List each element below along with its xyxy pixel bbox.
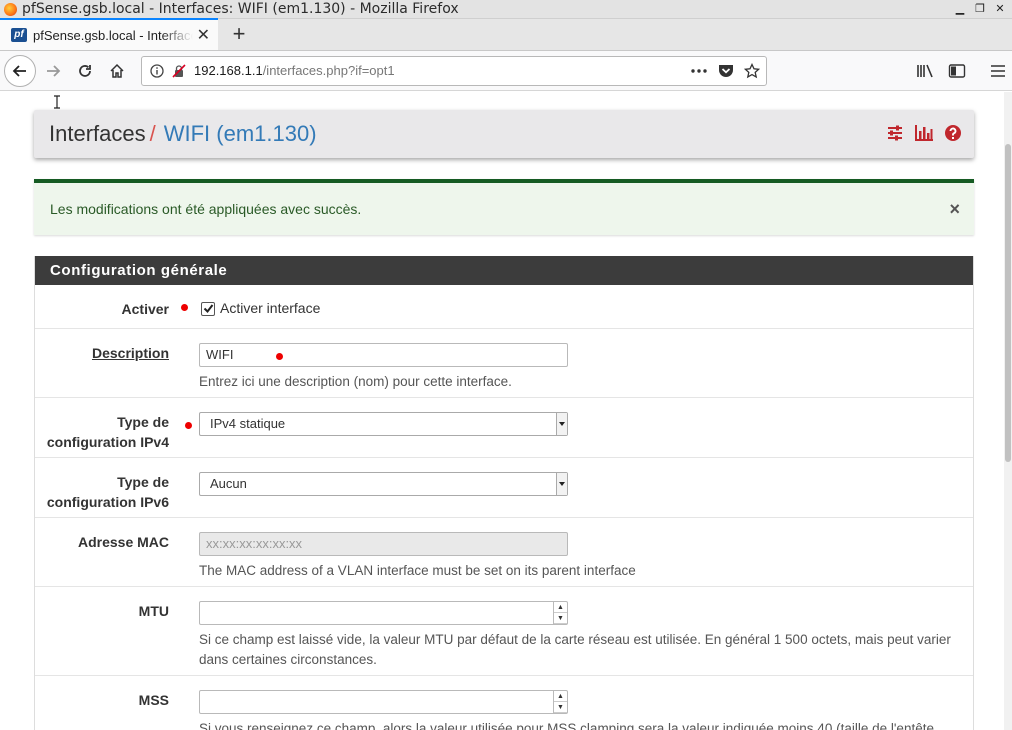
new-tab-button[interactable]: + xyxy=(224,18,254,50)
window-titlebar: pfSense.gsb.local - Interfaces: WIFI (em… xyxy=(0,0,1012,19)
more-dots-icon xyxy=(691,68,707,73)
label-mac-address: Adresse MAC xyxy=(77,534,169,550)
forward-button[interactable] xyxy=(37,55,69,87)
back-button[interactable] xyxy=(4,54,36,87)
mss-spinner[interactable]: ▲ ▼ xyxy=(553,691,567,713)
spin-up-icon[interactable]: ▲ xyxy=(554,691,567,702)
mss-help: Si vous renseignez ce champ, alors la va… xyxy=(199,721,934,730)
bar-chart-icon[interactable] xyxy=(914,124,934,142)
toolbar-right xyxy=(916,63,1006,79)
bookmark-star-button[interactable] xyxy=(744,62,760,79)
scrollbar-thumb[interactable] xyxy=(1005,144,1011,462)
row-mac-address: Adresse MAC xx:xx:xx:xx:xx:xx The MAC ad… xyxy=(35,518,973,587)
breadcrumb-actions xyxy=(886,124,962,142)
info-icon[interactable] xyxy=(150,63,164,78)
mac-field-wrap: xx:xx:xx:xx:xx:xx xyxy=(199,532,568,556)
ipv6-field-wrap: Aucun xyxy=(199,472,568,496)
mss-field-wrap: ▲ ▼ xyxy=(199,690,568,714)
text-cursor-icon xyxy=(54,95,60,109)
tab-active[interactable]: pf pfSense.gsb.local - Interfaces: WIFI … xyxy=(0,18,218,50)
ipv4-field-wrap: IPv4 statique xyxy=(199,412,568,436)
arrow-left-icon xyxy=(12,64,26,77)
label-description: Description xyxy=(91,345,169,361)
label-ipv6-type: Type de configuration IPv6 xyxy=(46,474,169,510)
alert-close-button[interactable]: × xyxy=(949,199,960,220)
url-bar[interactable]: 192.168.1.1/interfaces.php?if=opt1 xyxy=(141,55,767,86)
mac-help: The MAC address of a VLAN interface must… xyxy=(199,563,636,578)
ipv6-type-select[interactable]: Aucun xyxy=(199,472,568,496)
library-icon[interactable] xyxy=(916,63,934,79)
mtu-input[interactable]: ▲ ▼ xyxy=(199,601,568,625)
breadcrumb-current[interactable]: WIFI (em1.130) xyxy=(164,121,317,147)
arrow-right-icon xyxy=(47,64,61,77)
home-icon xyxy=(110,63,124,78)
mtu-field-wrap: ▲ ▼ xyxy=(199,601,568,625)
page-actions-button[interactable] xyxy=(690,68,708,74)
navigation-toolbar: 192.168.1.1/interfaces.php?if=opt1 xyxy=(0,51,1012,91)
row-ipv6-type: Type de configuration IPv6 Aucun xyxy=(35,458,973,518)
breadcrumb-root[interactable]: Interfaces xyxy=(49,121,146,147)
alert-message: Les modifications ont été appliquées ave… xyxy=(50,201,362,217)
required-marker xyxy=(276,353,283,360)
description-help: Entrez ici une description (nom) pour ce… xyxy=(199,374,512,389)
activer-checkbox-label[interactable]: Activer interface xyxy=(220,300,320,316)
breadcrumb-separator: / xyxy=(149,121,156,146)
star-icon xyxy=(744,62,760,78)
chevron-down-icon xyxy=(556,413,567,435)
mtu-spinner[interactable]: ▲ ▼ xyxy=(553,602,567,624)
success-alert: Les modifications ont été appliquées ave… xyxy=(34,179,974,235)
row-ipv4-type: Type de configuration IPv4 IPv4 statique xyxy=(35,398,973,458)
reload-button[interactable] xyxy=(69,55,101,87)
checkmark-icon xyxy=(203,304,214,314)
tab-bar: pf pfSense.gsb.local - Interfaces: WIFI … xyxy=(0,18,1012,51)
spin-up-icon[interactable]: ▲ xyxy=(554,602,567,613)
row-activer: Activer Activer interface xyxy=(35,285,973,329)
pocket-button[interactable] xyxy=(718,64,734,78)
window-title: pfSense.gsb.local - Interfaces: WIFI (em… xyxy=(22,1,459,17)
url-text[interactable]: 192.168.1.1/interfaces.php?if=opt1 xyxy=(194,63,680,78)
row-mss: MSS ▲ ▼ Si vous renseignez ce champ, alor… xyxy=(35,676,973,730)
pfsense-favicon-icon: pf xyxy=(11,28,27,42)
tab-label: pfSense.gsb.local - Interfaces: WIFI (em… xyxy=(33,27,193,43)
required-marker xyxy=(185,422,192,429)
ipv4-type-select[interactable]: IPv4 statique xyxy=(199,412,568,436)
mtu-help: Si ce champ est laissé vide, la valeur M… xyxy=(199,632,951,667)
sidebar-icon[interactable] xyxy=(948,63,966,79)
row-description: Description WIFI Entrez ici une descript… xyxy=(35,329,973,398)
reload-icon xyxy=(79,64,91,77)
required-marker xyxy=(181,304,188,311)
description-input[interactable]: WIFI xyxy=(199,343,568,367)
spin-down-icon[interactable]: ▼ xyxy=(554,702,567,713)
breadcrumb: Interfaces / WIFI (em1.130) xyxy=(34,110,974,158)
maximize-icon[interactable]: ❐ xyxy=(970,0,990,19)
firefox-logo-icon xyxy=(4,2,17,16)
activer-checkbox[interactable] xyxy=(201,302,215,316)
pocket-icon xyxy=(719,64,733,77)
sliders-icon[interactable] xyxy=(886,124,904,142)
tab-close-icon[interactable]: ✕ xyxy=(197,25,210,45)
spin-down-icon[interactable]: ▼ xyxy=(554,613,567,624)
label-mtu: MTU xyxy=(138,603,169,619)
mac-address-input: xx:xx:xx:xx:xx:xx xyxy=(199,532,568,556)
label-activer: Activer xyxy=(121,301,169,317)
page-content: Interfaces / WIFI (em1.130) Les modifica… xyxy=(0,92,1012,730)
label-ipv4-type: Type de configuration IPv4 xyxy=(46,414,169,450)
minimize-icon[interactable]: ▁ xyxy=(950,0,970,19)
close-window-icon[interactable]: ✕ xyxy=(990,0,1010,19)
label-mss: MSS xyxy=(138,692,169,708)
panel-title: Configuration générale xyxy=(35,256,973,285)
description-field-wrap: WIFI xyxy=(199,343,568,367)
insecure-lock-icon[interactable] xyxy=(172,63,186,78)
general-config-panel: Configuration générale Activer Activer i… xyxy=(34,256,974,730)
help-circle-icon[interactable] xyxy=(944,124,962,142)
row-mtu: MTU ▲ ▼ Si ce champ est laissé vide, la v… xyxy=(35,587,973,676)
home-button[interactable] xyxy=(101,55,133,87)
mss-input[interactable]: ▲ ▼ xyxy=(199,690,568,714)
chevron-down-icon xyxy=(556,473,567,495)
window-controls: ▁ ❐ ✕ xyxy=(950,0,1010,19)
hamburger-menu-icon[interactable] xyxy=(990,64,1006,78)
